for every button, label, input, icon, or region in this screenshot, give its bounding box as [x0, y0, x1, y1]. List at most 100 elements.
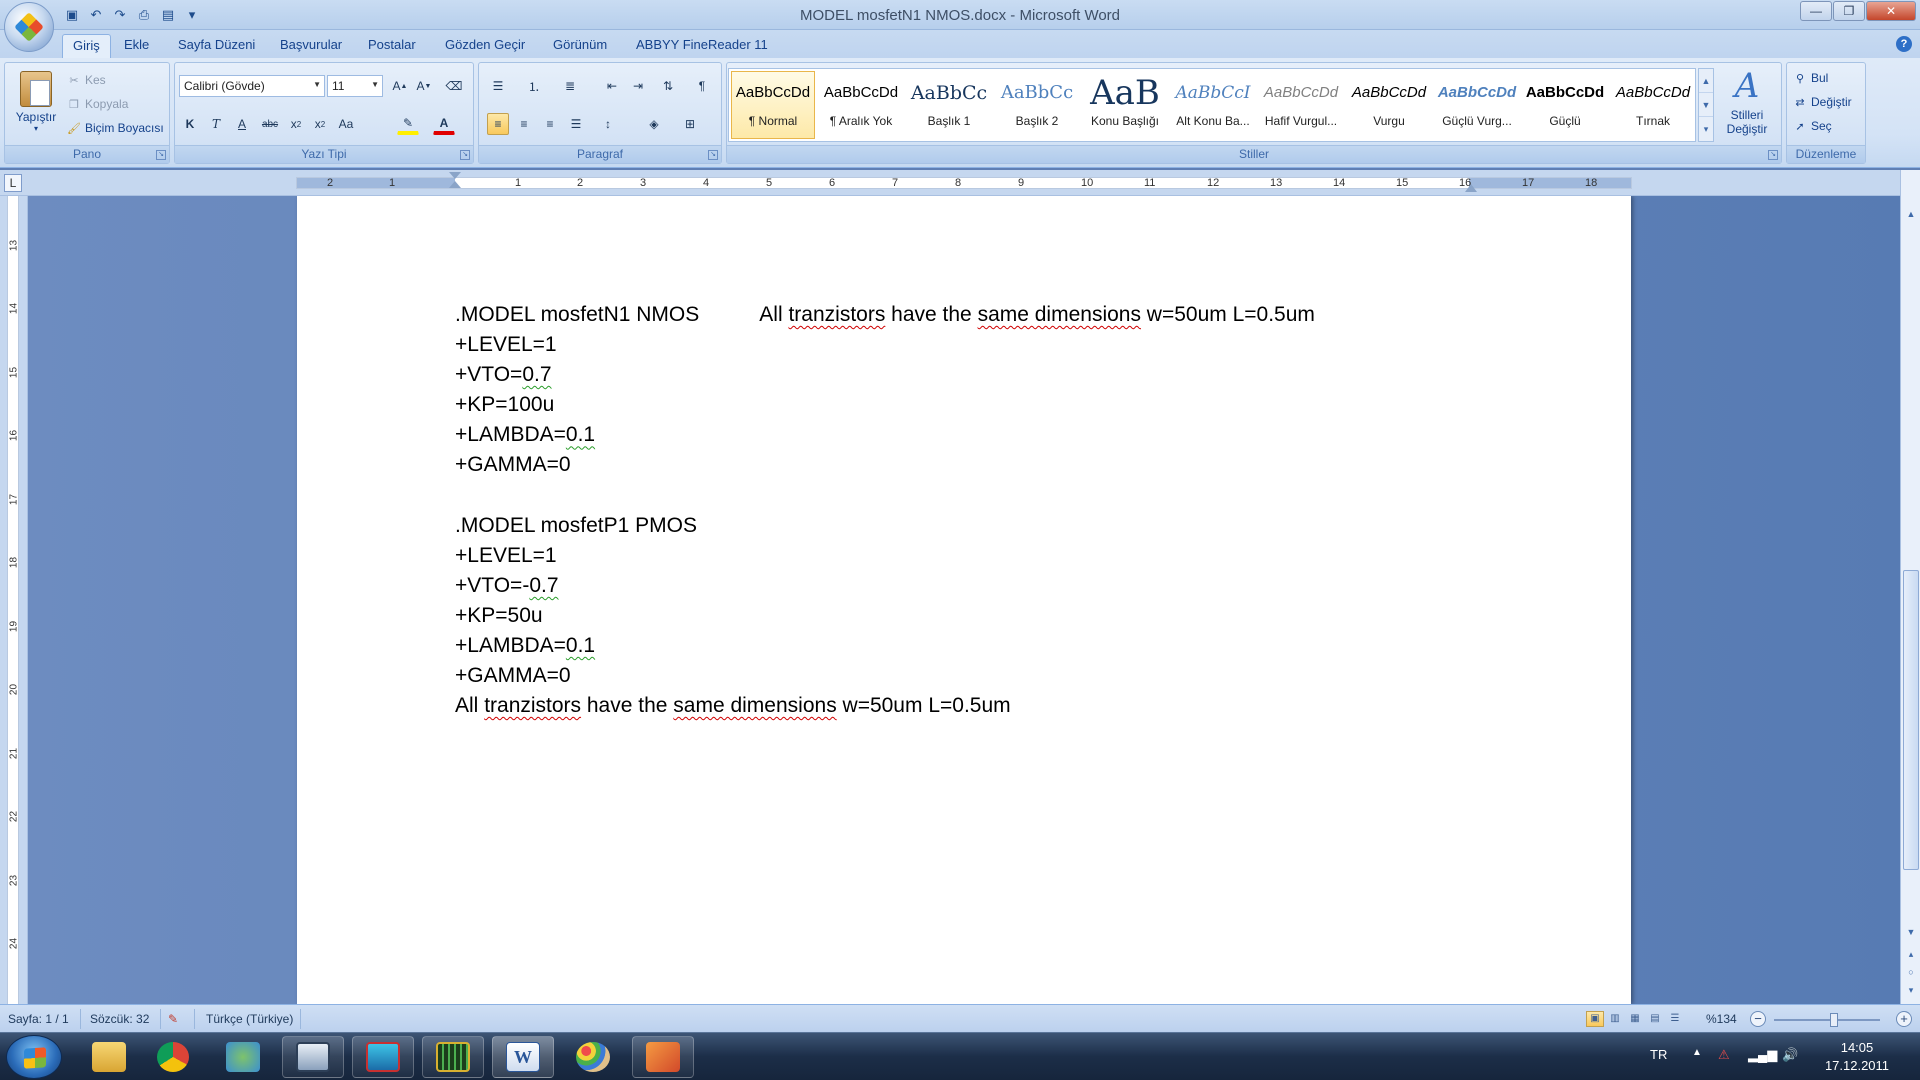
more-styles-icon[interactable]: ▾ — [1699, 117, 1713, 141]
superscript-icon[interactable]: x2 — [309, 113, 331, 135]
borders-icon[interactable]: ⊞ — [679, 113, 701, 135]
maximize-button[interactable]: ❐ — [1833, 1, 1865, 21]
scroll-up-icon[interactable]: ▲ — [1903, 206, 1919, 222]
previous-page-icon[interactable]: ▴ — [1903, 946, 1919, 962]
style-no-spacing[interactable]: AaBbCcDd ¶ Aralık Yok — [819, 71, 903, 139]
print-layout-view-icon[interactable]: ▣ — [1586, 1011, 1604, 1027]
tab-sayfa-duzeni[interactable]: Sayfa Düzeni — [168, 34, 265, 58]
shrink-font-icon[interactable]: A ▼ — [413, 75, 435, 97]
style-subtle-emphasis[interactable]: AaBbCcDd Hafif Vurgul... — [1259, 71, 1343, 139]
paragraph-launcher-icon[interactable]: ↘ — [708, 150, 718, 160]
subscript-icon[interactable]: x2 — [285, 113, 307, 135]
font-family-select[interactable]: Calibri (Gövde) ▼ — [179, 75, 325, 97]
style-heading-1[interactable]: AaBbCc Başlık 1 — [907, 71, 991, 139]
minimize-button[interactable]: — — [1800, 1, 1832, 21]
right-indent-marker[interactable] — [1465, 184, 1477, 192]
pano-launcher-icon[interactable]: ↘ — [156, 150, 166, 160]
increase-indent-icon[interactable]: ⇥ — [627, 75, 649, 97]
outline-view-icon[interactable]: ▤ — [1646, 1011, 1664, 1027]
strikethrough-icon[interactable]: abc — [259, 113, 281, 135]
style-intense-emphasis[interactable]: AaBbCcDd Güçlü Vurg... — [1435, 71, 1519, 139]
justify-icon[interactable]: ☰ — [565, 113, 587, 135]
taskbar-messenger[interactable] — [212, 1036, 274, 1078]
underline-icon[interactable]: A — [231, 113, 253, 135]
select-button[interactable]: ➚ Seç — [1793, 119, 1831, 133]
vertical-ruler-track[interactable]: 13 14 15 16 17 18 19 20 21 22 23 24 — [7, 196, 20, 1004]
style-subtitle[interactable]: AaBbCcI Alt Konu Ba... — [1171, 71, 1255, 139]
clock[interactable]: 14:05 17.12.2011 — [1812, 1039, 1902, 1075]
italic-icon[interactable]: T — [205, 113, 227, 135]
taskbar-paint[interactable] — [562, 1036, 624, 1078]
change-case-icon[interactable]: Aa — [335, 113, 357, 135]
style-quote[interactable]: AaBbCcDd Tırnak — [1611, 71, 1695, 139]
bullets-icon[interactable]: ☰ — [487, 75, 509, 97]
clear-format-icon[interactable]: ⌫ — [443, 75, 465, 97]
style-heading-2[interactable]: AaBbCc Başlık 2 — [995, 71, 1079, 139]
tab-selector-icon[interactable]: L — [4, 174, 22, 192]
align-center-icon[interactable]: ≡ — [513, 113, 535, 135]
multilevel-list-icon[interactable]: ≣ — [559, 75, 581, 97]
replace-button[interactable]: ⇄ Değiştir — [1793, 95, 1851, 109]
network-warning-icon[interactable]: ⚠ — [1718, 1047, 1730, 1063]
align-left-icon[interactable]: ≡ — [487, 113, 509, 135]
proofing-icon[interactable]: ✎ — [168, 1012, 178, 1026]
zoom-in-icon[interactable]: + — [1896, 1011, 1912, 1027]
line-spacing-icon[interactable]: ↕ — [597, 113, 619, 135]
vertical-scrollbar[interactable]: ▲ ▼ ▴ ○ ▾ — [1900, 170, 1920, 1004]
show-hidden-icons-icon[interactable]: ▲ — [1692, 1047, 1702, 1058]
word-count[interactable]: Sözcük: 32 — [90, 1012, 149, 1026]
language-indicator[interactable]: Türkçe (Türkiye) — [206, 1012, 293, 1026]
full-screen-reading-icon[interactable]: ▥ — [1606, 1011, 1624, 1027]
chevron-up-icon[interactable]: ▲ — [1699, 69, 1713, 93]
help-icon[interactable]: ? — [1896, 36, 1912, 52]
grow-font-icon[interactable]: A ▲ — [389, 75, 411, 97]
taskbar-explorer[interactable] — [78, 1036, 140, 1078]
highlight-icon[interactable]: ✎ — [397, 113, 419, 135]
zoom-slider-track[interactable] — [1774, 1019, 1880, 1021]
style-title[interactable]: AaB Konu Başlığı — [1083, 71, 1167, 139]
chevron-down-icon[interactable]: ▼ — [1699, 93, 1713, 117]
input-language[interactable]: TR — [1650, 1047, 1667, 1062]
style-emphasis[interactable]: AaBbCcDd Vurgu — [1347, 71, 1431, 139]
office-button[interactable] — [4, 2, 54, 52]
web-layout-icon[interactable]: ▦ — [1626, 1011, 1644, 1027]
find-button[interactable]: ⚲ Bul — [1793, 71, 1828, 85]
taskbar-app-1[interactable] — [282, 1036, 344, 1078]
font-color-icon[interactable]: A — [433, 113, 455, 135]
start-button[interactable] — [6, 1035, 62, 1079]
close-button[interactable]: ✕ — [1866, 1, 1916, 21]
zoom-out-icon[interactable]: − — [1750, 1011, 1766, 1027]
sort-icon[interactable]: ⇅ — [657, 75, 679, 97]
document-body[interactable]: .MODEL mosfetN1 NMOS All tranzistors have… — [455, 300, 1315, 721]
tab-gozden-gecir[interactable]: Gözden Geçir — [435, 34, 535, 58]
zoom-level[interactable]: %134 — [1706, 1012, 1737, 1026]
page-indicator[interactable]: Sayfa: 1 / 1 — [8, 1012, 69, 1026]
tab-ekle[interactable]: Ekle — [114, 34, 159, 58]
style-strong[interactable]: AaBbCcDd Güçlü — [1523, 71, 1607, 139]
taskbar-chrome[interactable] — [142, 1036, 204, 1078]
font-launcher-icon[interactable]: ↘ — [460, 150, 470, 160]
format-painter-button[interactable]: 🖌 Biçim Boyacısı — [67, 121, 164, 135]
cut-button[interactable]: ✂ Kes — [67, 73, 105, 87]
align-right-icon[interactable]: ≡ — [539, 113, 561, 135]
tab-abbyy[interactable]: ABBYY FineReader 11 — [626, 34, 778, 58]
font-size-select[interactable]: 11 ▼ — [327, 75, 383, 97]
select-browse-object-icon[interactable]: ○ — [1903, 964, 1919, 980]
taskbar-app-4[interactable] — [632, 1036, 694, 1078]
styles-launcher-icon[interactable]: ↘ — [1768, 150, 1778, 160]
tab-postalar[interactable]: Postalar — [358, 34, 426, 58]
zoom-slider-handle[interactable] — [1830, 1013, 1838, 1027]
tab-gorunum[interactable]: Görünüm — [543, 34, 617, 58]
change-styles-button[interactable]: A Stilleri Değiştir — [1722, 66, 1772, 136]
scroll-down-icon[interactable]: ▼ — [1903, 924, 1919, 940]
scroll-thumb[interactable] — [1903, 570, 1919, 870]
style-normal[interactable]: AaBbCcDd ¶ Normal — [731, 71, 815, 139]
signal-icon[interactable]: ▂▄▆ — [1748, 1047, 1777, 1063]
document-page[interactable]: .MODEL mosfetN1 NMOS All tranzistors have… — [297, 196, 1631, 1004]
draft-view-icon[interactable]: ☰ — [1666, 1011, 1684, 1027]
taskbar-word[interactable]: W — [492, 1036, 554, 1078]
numbering-icon[interactable]: ⒈ — [523, 75, 545, 97]
bold-icon[interactable]: K — [179, 113, 201, 135]
left-indent-marker[interactable] — [449, 172, 461, 194]
taskbar-app-3[interactable] — [422, 1036, 484, 1078]
